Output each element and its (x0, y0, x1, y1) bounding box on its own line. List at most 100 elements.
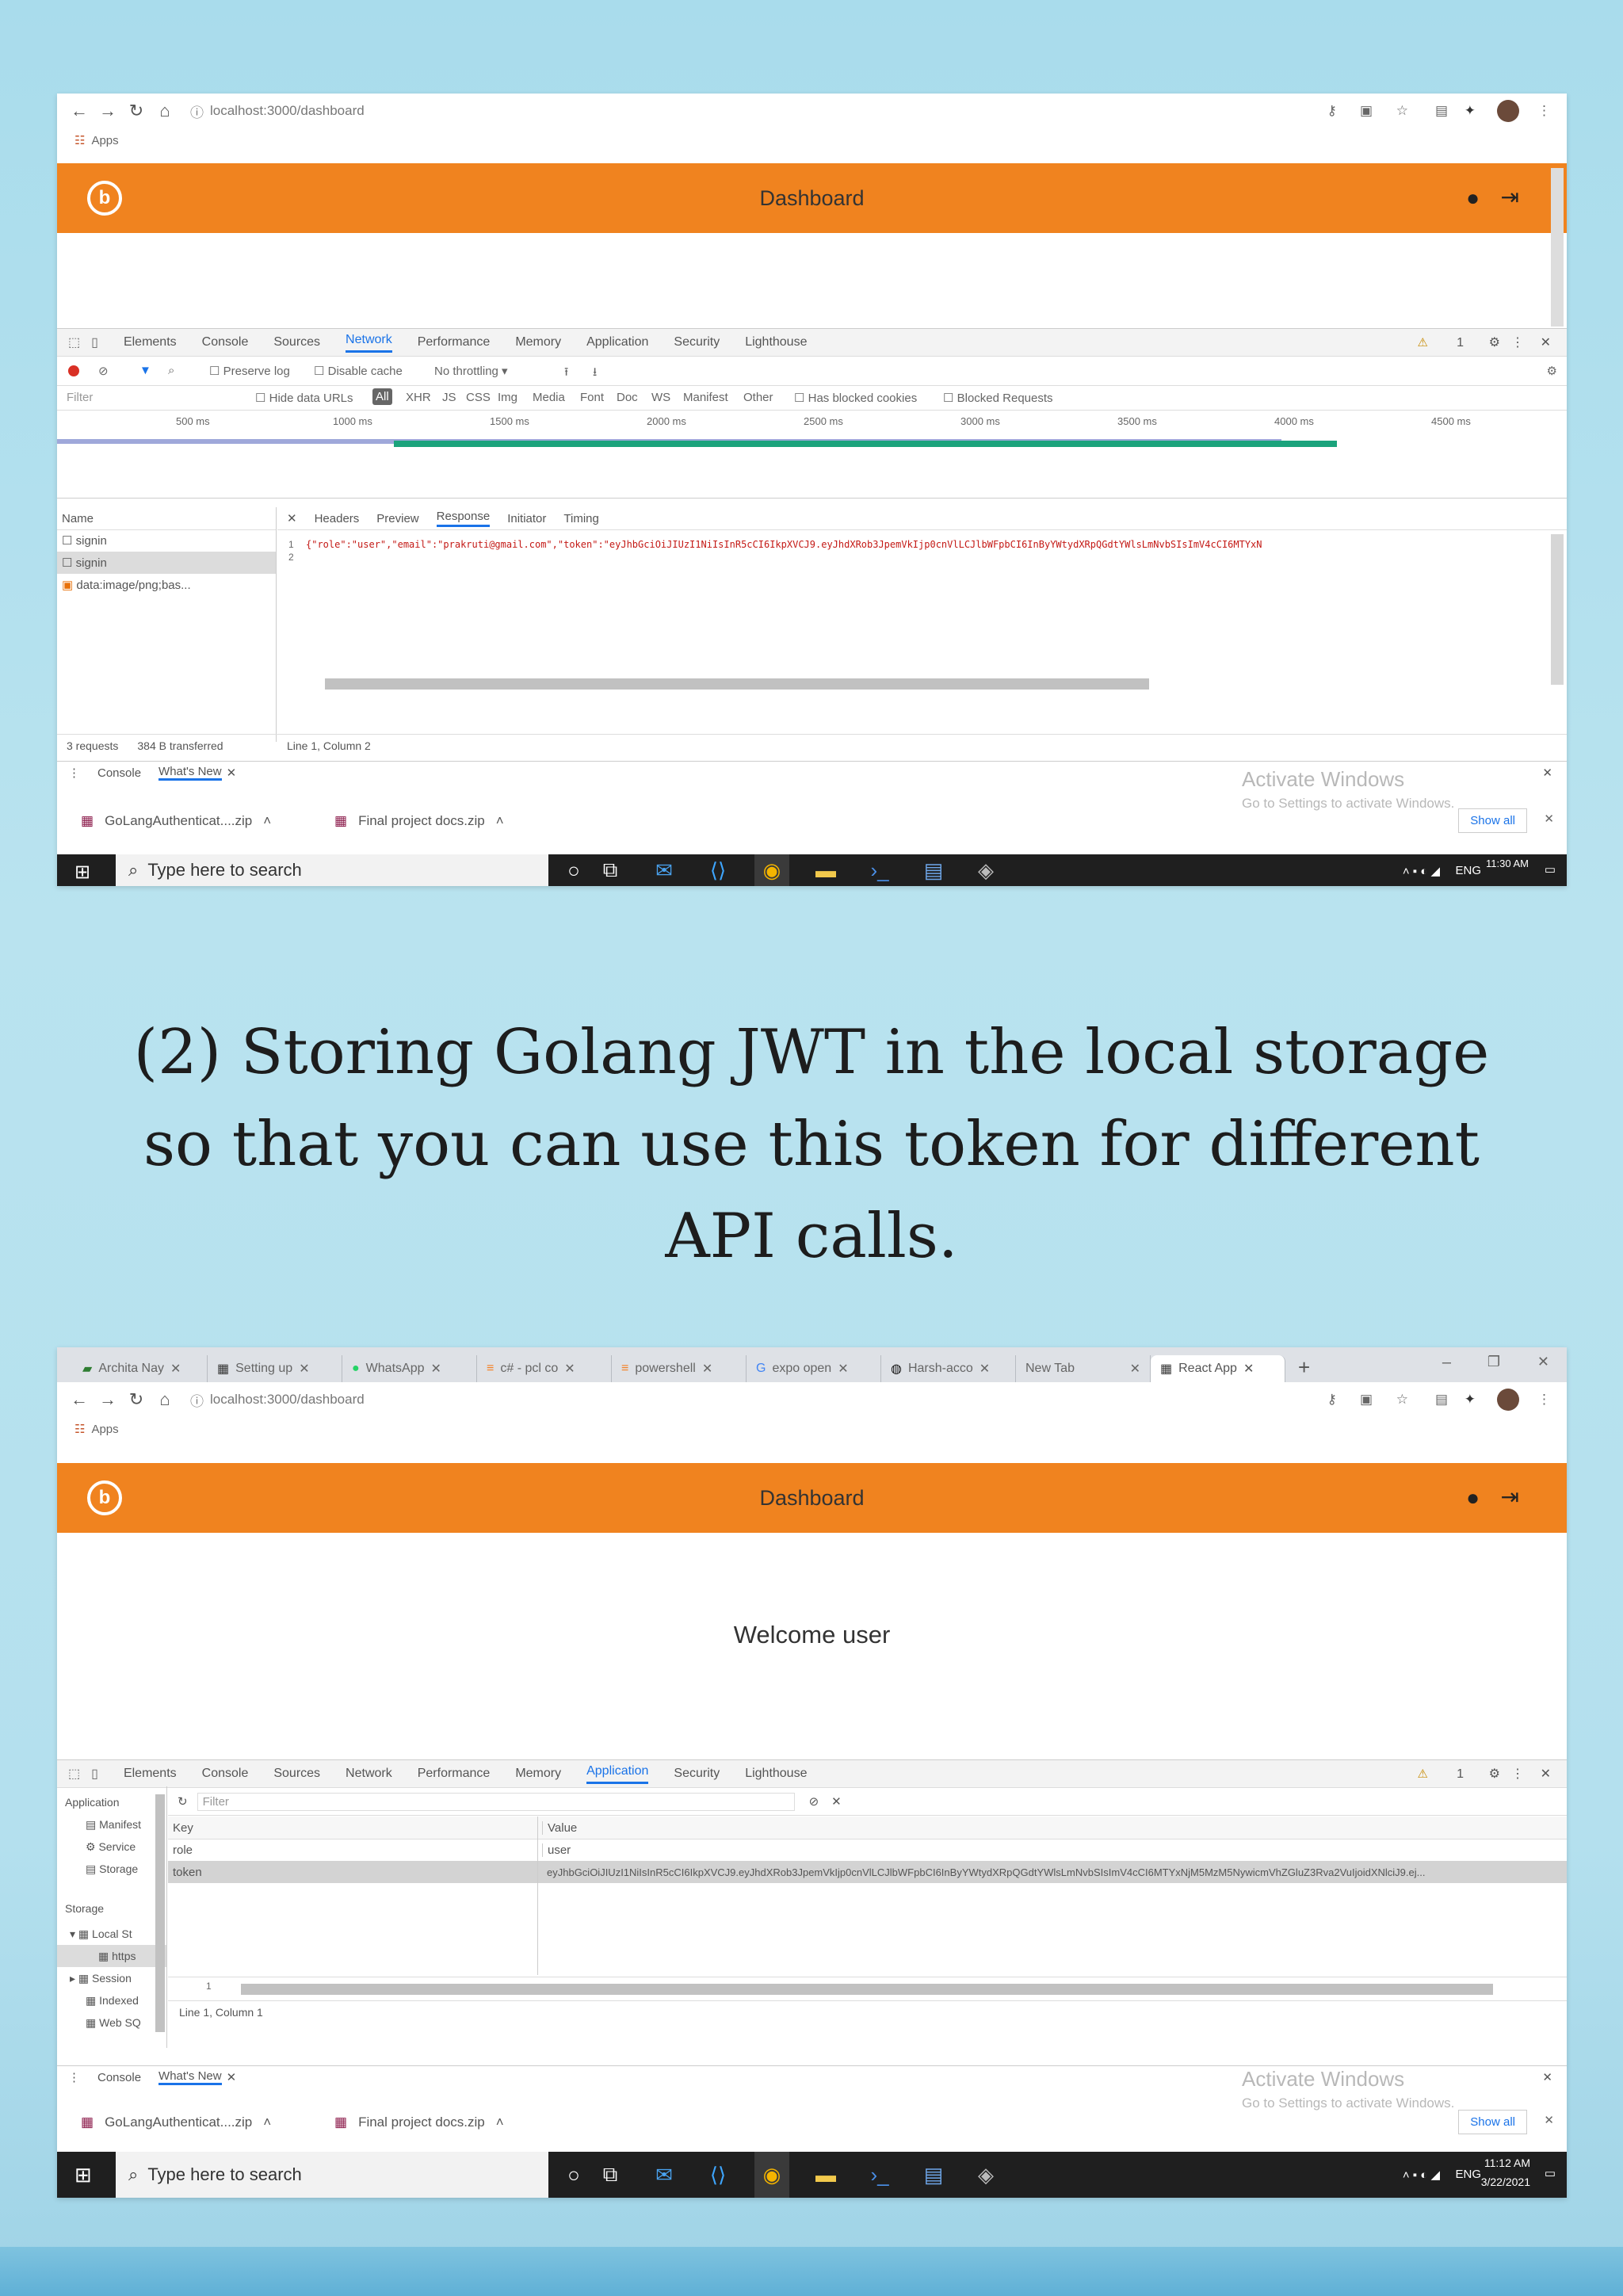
sidebar-item-origin[interactable]: ▦ https (57, 1945, 166, 1967)
refresh-icon[interactable]: ↻ (178, 1794, 188, 1809)
more-icon[interactable]: ⋮ (1511, 334, 1524, 350)
tab-lighthouse[interactable]: Lighthouse (745, 1767, 807, 1781)
warning-badge[interactable]: ⚠ 1 (1417, 1767, 1464, 1782)
app-icon[interactable]: ◈ (968, 854, 1003, 886)
powershell-icon[interactable]: ›_ (862, 854, 897, 886)
type-doc[interactable]: Doc (617, 391, 638, 404)
app-logo-icon[interactable]: b (87, 1480, 122, 1515)
key-icon[interactable]: ⚷ (1327, 1392, 1337, 1408)
chevron-up-icon[interactable]: ˄ (496, 813, 504, 829)
tab-sources[interactable]: Sources (273, 1767, 320, 1781)
cortana-icon[interactable]: ○ (556, 2152, 591, 2198)
drawer-menu-icon[interactable]: ⋮ (68, 2070, 80, 2084)
type-all[interactable]: All (372, 388, 392, 405)
close-tab-icon[interactable]: ✕ (702, 1361, 712, 1377)
close-window-icon[interactable]: ✕ (1537, 1354, 1549, 1370)
vscode-icon[interactable]: ⟨⟩ (701, 854, 735, 886)
chevron-up-icon[interactable]: ˄ (263, 813, 271, 829)
taskbar-search[interactable]: ⌕ Type here to search (116, 854, 548, 886)
show-all-button[interactable]: Show all (1458, 2110, 1527, 2134)
new-tab-icon[interactable]: + (1298, 1355, 1310, 1380)
star-icon[interactable]: ☆ (1396, 1392, 1408, 1408)
account-icon[interactable]: ● (1466, 1485, 1480, 1511)
preserve-log-checkbox[interactable]: ☐ Preserve log (209, 364, 290, 378)
download-item[interactable]: ▦ Final project docs.zip ˄ (334, 2115, 504, 2130)
sidebar-item-manifest[interactable]: ▤ Manifest (57, 1813, 166, 1836)
type-img[interactable]: Img (498, 391, 517, 404)
cortana-icon[interactable]: ○ (556, 854, 591, 886)
app-icon[interactable]: ▤ (916, 854, 951, 886)
close-drawer-icon[interactable]: ✕ (1542, 2070, 1552, 2084)
device-icon[interactable]: ▯ (91, 334, 98, 350)
detail-tab-response[interactable]: Response (436, 510, 491, 527)
forward-icon[interactable]: → (94, 1389, 122, 1410)
tab-security[interactable]: Security (674, 335, 720, 350)
task-view-icon[interactable]: ⧉ (593, 2152, 628, 2198)
menu-icon[interactable]: ⋮ (1537, 1392, 1551, 1408)
app-logo-icon[interactable]: b (87, 181, 122, 216)
tray-icons[interactable]: ˄ ▪ ◐ ◢ (1403, 2168, 1440, 2182)
browser-tab[interactable]: ≡ powershell ✕ (612, 1355, 747, 1382)
detail-tab-preview[interactable]: Preview (376, 512, 418, 525)
clock-time[interactable]: 11:12 AM (1484, 2157, 1530, 2169)
mail-icon[interactable]: ✉ (647, 2152, 682, 2198)
language-indicator[interactable]: ENG (1455, 2168, 1481, 2181)
chrome-icon[interactable]: ◉ (754, 2152, 789, 2198)
sidebar-item-storage[interactable]: ▤ Storage (57, 1858, 166, 1880)
url-field[interactable]: localhost:3000/dashboard (210, 103, 365, 119)
more-icon[interactable]: ⋮ (1511, 1766, 1524, 1782)
close-tab-icon[interactable]: ✕ (1243, 1361, 1254, 1377)
record-icon[interactable] (68, 365, 79, 376)
drawer-tab-whats-new[interactable]: What's New (158, 765, 222, 781)
logout-icon[interactable]: ⇥ (1501, 1484, 1519, 1510)
tab-console[interactable]: Console (202, 335, 249, 350)
detail-tab-headers[interactable]: Headers (315, 512, 360, 525)
url-field[interactable]: localhost:3000/dashboard (210, 1392, 365, 1408)
chevron-up-icon[interactable]: ˄ (263, 2115, 271, 2130)
close-tab-icon[interactable]: ✕ (838, 1361, 848, 1377)
language-indicator[interactable]: ENG (1455, 864, 1481, 877)
puzzle-icon[interactable]: ✦ (1465, 103, 1476, 119)
close-tab-icon[interactable]: ✕ (564, 1361, 575, 1377)
taskbar-search[interactable]: ⌕ Type here to search (116, 2152, 548, 2198)
task-view-icon[interactable]: ⧉ (593, 854, 628, 886)
close-devtools-icon[interactable]: ✕ (1541, 334, 1551, 350)
type-ws[interactable]: WS (651, 391, 670, 404)
reload-icon[interactable]: ↻ (122, 1389, 151, 1410)
close-shelf-icon[interactable]: ✕ (1544, 812, 1554, 826)
clock-date[interactable]: 3/22/2021 (1481, 2176, 1530, 2188)
clock-time[interactable]: 11:30 AM (1486, 858, 1529, 869)
tab-sources[interactable]: Sources (273, 335, 320, 350)
browser-tab[interactable]: ● WhatsApp ✕ (342, 1355, 477, 1382)
close-tab-icon[interactable]: ✕ (430, 1361, 441, 1377)
filter-icon[interactable]: ▼ (139, 364, 151, 377)
apps-icon[interactable]: ☷ (74, 1422, 85, 1436)
close-tab-icon[interactable]: ✕ (299, 1361, 309, 1377)
detail-tab-initiator[interactable]: Initiator (507, 512, 546, 525)
sidebar-item-service-workers[interactable]: ⚙ Service (57, 1836, 166, 1858)
apps-icon[interactable]: ☷ (74, 133, 85, 147)
close-tab-icon[interactable]: ✕ (227, 766, 237, 780)
drawer-tab-whats-new[interactable]: What's New (158, 2069, 222, 2085)
app-icon[interactable]: ▤ (916, 2152, 951, 2198)
sidebar-item-session-storage[interactable]: ▸ ▦ Session (57, 1967, 166, 1989)
windows-start-icon[interactable]: ⊞ (74, 2163, 92, 2187)
close-tab-icon[interactable]: ✕ (1130, 1361, 1140, 1377)
menu-icon[interactable]: ⋮ (1537, 103, 1551, 119)
tab-elements[interactable]: Elements (124, 335, 177, 350)
sidebar-item-local-storage[interactable]: ▾ ▦ Local St (57, 1923, 166, 1945)
chevron-up-icon[interactable]: ˄ (496, 2115, 504, 2130)
bookmark-apps[interactable]: Apps (91, 1423, 118, 1436)
disable-cache-checkbox[interactable]: ☐ Disable cache (314, 364, 403, 378)
tab-network[interactable]: Network (346, 333, 392, 353)
settings-icon[interactable]: ⚙ (1489, 1766, 1500, 1782)
browser-tab-active[interactable]: ▦ React App ✕ (1151, 1355, 1285, 1382)
app-icon[interactable]: ◈ (968, 2152, 1003, 2198)
download-item[interactable]: ▦ Final project docs.zip ˄ (334, 813, 504, 829)
timeline-overview[interactable]: 500 ms 1000 ms 1500 ms 2000 ms 2500 ms 3… (57, 411, 1567, 499)
file-explorer-icon[interactable]: ▬ (808, 854, 843, 886)
avatar[interactable] (1497, 100, 1519, 122)
close-shelf-icon[interactable]: ✕ (1544, 2113, 1554, 2127)
response-body[interactable]: 1 2 {"role":"user","email":"prakruti@gma… (277, 534, 1541, 716)
type-manifest[interactable]: Manifest (683, 391, 728, 404)
